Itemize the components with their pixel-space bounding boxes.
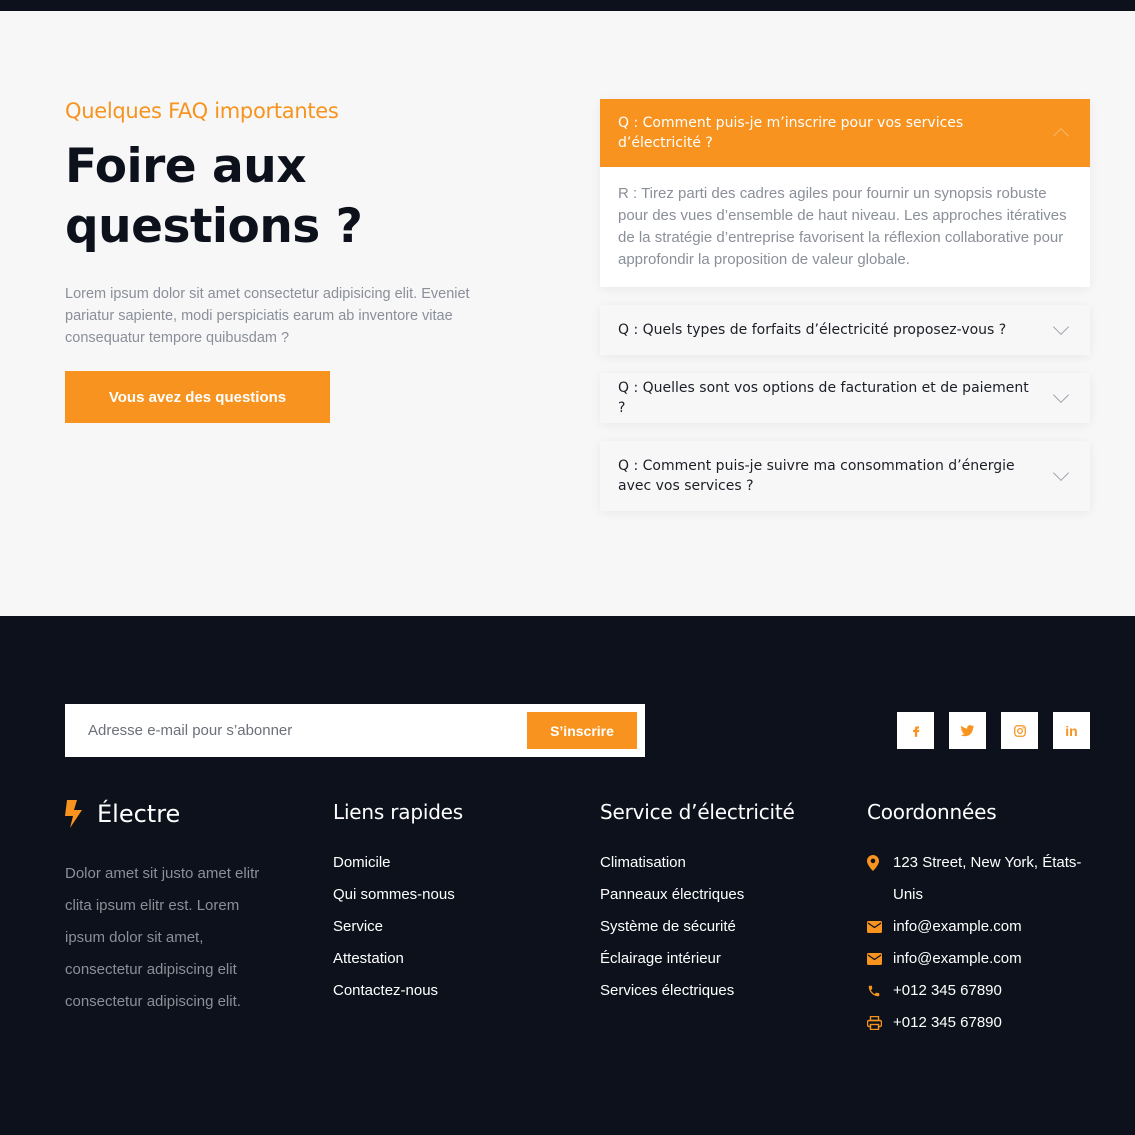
accordion-header-consumption[interactable]: Q : Comment puis-je suivre ma consommati…	[600, 441, 1090, 511]
linkedin-icon[interactable]: in	[1053, 712, 1090, 749]
faq-accordion: Q : Comment puis-je m’inscrire pour vos …	[600, 99, 1090, 529]
accordion-answer: R : Tirez parti des cadres agiles pour f…	[600, 167, 1090, 287]
contact-email-text[interactable]: info@example.com	[893, 911, 1022, 943]
quick-link-service[interactable]: Service	[333, 911, 463, 943]
services-heading: Service d’électricité	[600, 800, 795, 824]
envelope-icon	[867, 943, 893, 975]
quick-link-testimonial[interactable]: Attestation	[333, 943, 463, 975]
map-marker-icon	[867, 847, 893, 879]
service-link-security[interactable]: Système de sécurité	[600, 911, 795, 943]
accordion-item: Q : Comment puis-je m’inscrire pour vos …	[600, 99, 1090, 287]
quick-link-home[interactable]: Domicile	[333, 847, 463, 879]
faq-title: Foire aux questions ?	[65, 139, 363, 254]
printer-icon	[867, 1007, 893, 1039]
top-bar	[0, 0, 1135, 11]
contact-address: 123 Street, New York, États-Unis	[867, 847, 1092, 911]
accordion-item: Q : Quelles sont vos options de facturat…	[600, 373, 1090, 423]
social-links: in	[897, 712, 1090, 749]
chevron-down-icon	[1053, 319, 1069, 335]
chevron-down-icon	[1053, 465, 1069, 481]
subscribe-button[interactable]: S’inscrire	[527, 712, 637, 749]
facebook-glyph	[912, 725, 919, 737]
twitter-icon[interactable]	[949, 712, 986, 749]
accordion-header-plans[interactable]: Q : Quels types de forfaits d’électricit…	[600, 305, 1090, 355]
brand-name: Électre	[97, 800, 181, 828]
brand: Électre	[65, 800, 280, 828]
contact-heading: Coordonnées	[867, 800, 997, 824]
faq-description: Lorem ipsum dolor sit amet consectetur a…	[65, 286, 470, 346]
quick-link-contact[interactable]: Contactez-nous	[333, 975, 463, 1007]
quick-links-list: Domicile Qui sommes-nous Service Attesta…	[333, 847, 463, 1007]
accordion-question: Q : Comment puis-je m’inscrire pour vos …	[618, 115, 964, 151]
faq-section: Quelques FAQ importantes Foire aux quest…	[0, 11, 1135, 616]
accordion-item: Q : Quels types de forfaits d’électricit…	[600, 305, 1090, 355]
brand-column: Électre Dolor amet sit justo amet elitr …	[65, 800, 280, 1018]
contact-fax: +012 345 67890	[867, 1007, 1092, 1039]
accordion-question: Q : Comment puis-je suivre ma consommati…	[618, 458, 1015, 494]
service-link-electrical[interactable]: Services électriques	[600, 975, 795, 1007]
phone-icon	[867, 975, 893, 1007]
contact-email: info@example.com	[867, 943, 1092, 975]
faq-eyebrow: Quelques FAQ importantes	[65, 99, 339, 123]
contact-email-text[interactable]: info@example.com	[893, 943, 1022, 975]
instagram-glyph	[1013, 724, 1026, 737]
accordion-question: Q : Quelles sont vos options de facturat…	[618, 380, 1029, 416]
instagram-icon[interactable]	[1001, 712, 1038, 749]
newsletter-form: S’inscrire	[65, 704, 645, 757]
questions-button[interactable]: Vous avez des questions	[65, 371, 330, 423]
facebook-icon[interactable]	[897, 712, 934, 749]
contact-address-text: 123 Street, New York, États-Unis	[893, 854, 1082, 903]
contact-phone: +012 345 67890	[867, 975, 1092, 1007]
contact-list: 123 Street, New York, États-Unis info@ex…	[867, 847, 1092, 1039]
contact-column: Coordonnées 123 Street, New York, États-…	[867, 800, 1092, 1039]
accordion-header-signup[interactable]: Q : Comment puis-je m’inscrire pour vos …	[600, 99, 1090, 167]
contact-fax-text: +012 345 67890	[893, 1014, 1002, 1031]
envelope-icon	[867, 911, 893, 943]
twitter-glyph	[960, 725, 975, 737]
accordion-header-billing[interactable]: Q : Quelles sont vos options de facturat…	[600, 373, 1090, 423]
services-column: Service d’électricité Climatisation Pann…	[600, 800, 795, 1007]
chevron-up-icon	[1053, 128, 1069, 144]
contact-phone-text[interactable]: +012 345 67890	[893, 975, 1002, 1007]
linkedin-glyph: in	[1065, 722, 1078, 739]
services-list: Climatisation Panneaux électriques Systè…	[600, 847, 795, 1007]
contact-email: info@example.com	[867, 911, 1092, 943]
quick-link-about[interactable]: Qui sommes-nous	[333, 879, 463, 911]
quick-links-heading: Liens rapides	[333, 800, 464, 824]
service-link-lighting[interactable]: Éclairage intérieur	[600, 943, 795, 975]
newsletter-email-input[interactable]	[65, 704, 525, 757]
footer: S’inscrire in Électre Dolor amet sit jus…	[0, 616, 1135, 1135]
accordion-item: Q : Comment puis-je suivre ma consommati…	[600, 441, 1090, 511]
quick-links-column: Liens rapides Domicile Qui sommes-nous S…	[333, 800, 463, 1007]
accordion-question: Q : Quels types de forfaits d’électricit…	[618, 322, 1007, 338]
chevron-down-icon	[1053, 387, 1069, 403]
service-link-panels[interactable]: Panneaux électriques	[600, 879, 795, 911]
service-link-ac[interactable]: Climatisation	[600, 847, 795, 879]
brand-description: Dolor amet sit justo amet elitr clita ip…	[65, 865, 260, 1010]
bolt-icon	[65, 800, 82, 828]
faq-intro: Quelques FAQ importantes Foire aux quest…	[65, 99, 545, 423]
